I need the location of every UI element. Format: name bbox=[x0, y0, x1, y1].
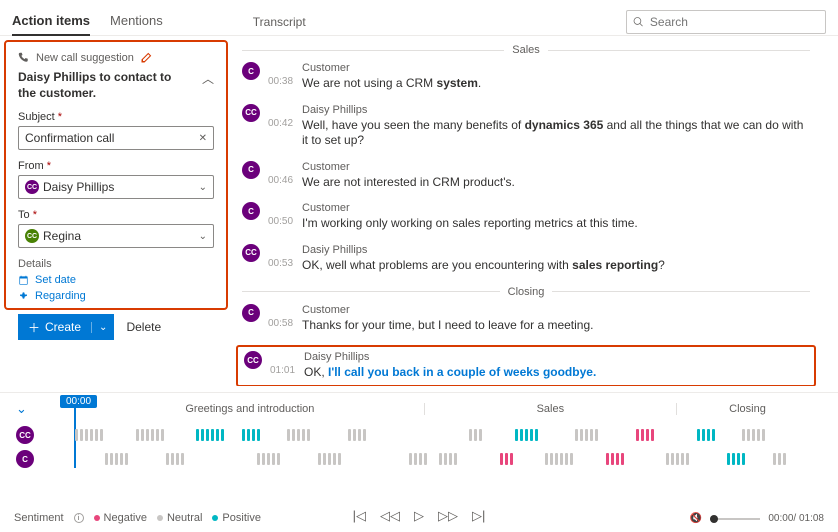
rewind-icon[interactable]: ◁◁ bbox=[380, 508, 400, 524]
transcript-heading: Transcript bbox=[253, 15, 306, 29]
avatar: C bbox=[16, 450, 34, 468]
phone-icon bbox=[18, 52, 30, 64]
transcript-text: Thanks for your time, but I need to leav… bbox=[302, 318, 810, 334]
to-input[interactable]: CCRegina ⌄ bbox=[18, 224, 214, 248]
avatar: C bbox=[242, 62, 260, 80]
legend-negative: Negative bbox=[94, 512, 147, 524]
avatar: CC bbox=[16, 426, 34, 444]
timestamp: 00:58 bbox=[268, 318, 294, 329]
tab-action-items[interactable]: Action items bbox=[12, 7, 90, 36]
transcript-text: I'm working only working on sales report… bbox=[302, 216, 810, 232]
action-item-card: New call suggestion Daisy Phillips to co… bbox=[4, 40, 228, 310]
chevron-up-icon[interactable]: ︿ bbox=[202, 70, 214, 87]
section-closing: Closing bbox=[508, 286, 545, 298]
to-label: To * bbox=[18, 209, 214, 221]
transcript-row[interactable]: CC 00:53 Dasiy Phillips OK, well what pr… bbox=[242, 244, 810, 274]
search-icon bbox=[633, 16, 644, 28]
play-icon[interactable]: ▷ bbox=[414, 508, 424, 524]
avatar: C bbox=[242, 161, 260, 179]
create-split-chevron[interactable]: ⌄ bbox=[91, 322, 114, 333]
timeline-footer: ⌄ 00:00 Greetings and introduction Sales… bbox=[0, 392, 838, 532]
speaker-name: Daisy Phillips bbox=[304, 351, 808, 363]
timestamp: 01:01 bbox=[270, 365, 296, 376]
search-input[interactable] bbox=[650, 15, 819, 29]
timeline-section-sales: Sales bbox=[425, 403, 677, 415]
search-box[interactable] bbox=[626, 10, 826, 34]
suggestion-label: New call suggestion bbox=[36, 52, 134, 64]
avatar: C bbox=[242, 202, 260, 220]
timestamp: 00:46 bbox=[268, 175, 294, 186]
avatar: CC bbox=[244, 351, 262, 369]
subject-input[interactable]: Confirmation call ✕ bbox=[18, 126, 214, 150]
subject-label: Subject * bbox=[18, 111, 214, 123]
transcript-text: We are not interested in CRM product's. bbox=[302, 175, 810, 191]
from-input[interactable]: CCDaisy Phillips ⌄ bbox=[18, 175, 214, 199]
regarding-link[interactable]: Regarding bbox=[18, 290, 214, 302]
transcript-text: Well, have you seen the many benefits of… bbox=[302, 118, 810, 149]
timeline-track-agent[interactable]: CC bbox=[16, 423, 818, 447]
speaker-name: Customer bbox=[302, 202, 810, 214]
section-sales: Sales bbox=[512, 44, 540, 56]
create-button[interactable]: ＋ Create ⌄ bbox=[18, 314, 114, 340]
transcript-row[interactable]: C 00:50 Customer I'm working only workin… bbox=[242, 202, 810, 232]
info-icon[interactable]: i bbox=[74, 513, 84, 523]
timestamp: 00:38 bbox=[268, 76, 294, 87]
transcript-row-highlighted[interactable]: CC 01:01 Daisy Phillips OK, I'll call yo… bbox=[236, 345, 816, 386]
transcript-text: We are not using a CRM system. bbox=[302, 76, 810, 92]
regarding-icon bbox=[18, 291, 29, 302]
from-label: From * bbox=[18, 160, 214, 172]
pencil-icon[interactable] bbox=[140, 52, 152, 64]
speaker-name: Customer bbox=[302, 62, 810, 74]
transcript-row[interactable]: CC 00:42 Daisy Phillips Well, have you s… bbox=[242, 104, 810, 149]
skip-back-icon[interactable]: |◁ bbox=[353, 508, 366, 524]
delete-button[interactable]: Delete bbox=[126, 320, 161, 334]
details-label: Details bbox=[18, 258, 214, 270]
speaker-name: Customer bbox=[302, 161, 810, 173]
timestamp: 00:50 bbox=[268, 216, 294, 227]
avatar: CC bbox=[242, 104, 260, 122]
timeline-track-customer[interactable]: C bbox=[16, 447, 818, 471]
tab-mentions[interactable]: Mentions bbox=[110, 7, 163, 36]
player-controls: |◁ ◁◁ ▷ ▷▷ ▷| bbox=[353, 508, 486, 524]
legend-positive: Positive bbox=[212, 512, 261, 524]
action-title: Daisy Phillips to contact to the custome… bbox=[18, 70, 178, 101]
speaker-name: Daisy Phillips bbox=[302, 104, 810, 116]
transcript-text: OK, well what problems are you encounter… bbox=[302, 258, 810, 274]
legend-neutral: Neutral bbox=[157, 512, 202, 524]
transcript-row[interactable]: C 00:38 Customer We are not using a CRM … bbox=[242, 62, 810, 92]
calendar-icon bbox=[18, 275, 29, 286]
clear-icon[interactable]: ✕ bbox=[199, 133, 207, 144]
speaker-name: Customer bbox=[302, 304, 810, 316]
sentiment-label: Sentiment bbox=[14, 512, 64, 524]
transcript-row[interactable]: C 00:46 Customer We are not interested i… bbox=[242, 161, 810, 191]
timeline-section-closing: Closing bbox=[677, 403, 818, 415]
timestamp: 00:42 bbox=[268, 118, 294, 129]
avatar: C bbox=[242, 304, 260, 322]
chevron-down-icon[interactable]: ⌄ bbox=[199, 182, 207, 193]
expand-chevron-icon[interactable]: ⌄ bbox=[16, 401, 27, 417]
elapsed-time: 00:00/ 01:08 bbox=[768, 513, 824, 524]
speaker-name: Dasiy Phillips bbox=[302, 244, 810, 256]
avatar: CC bbox=[242, 244, 260, 262]
volume-icon[interactable]: 🔇 bbox=[690, 513, 702, 524]
forward-icon[interactable]: ▷▷ bbox=[438, 508, 458, 524]
timestamp: 00:53 bbox=[268, 258, 294, 269]
chevron-down-icon[interactable]: ⌄ bbox=[199, 231, 207, 242]
set-date-link[interactable]: Set date bbox=[18, 274, 214, 286]
transcript-row[interactable]: C 00:58 Customer Thanks for your time, b… bbox=[242, 304, 810, 334]
transcript-text: OK, I'll call you back in a couple of we… bbox=[304, 365, 808, 381]
timeline-section-greeting: Greetings and introduction bbox=[76, 403, 425, 415]
transcript-panel: Sales C 00:38 Customer We are not using … bbox=[232, 36, 838, 386]
skip-forward-icon[interactable]: ▷| bbox=[472, 508, 485, 524]
volume-slider[interactable] bbox=[710, 518, 760, 520]
